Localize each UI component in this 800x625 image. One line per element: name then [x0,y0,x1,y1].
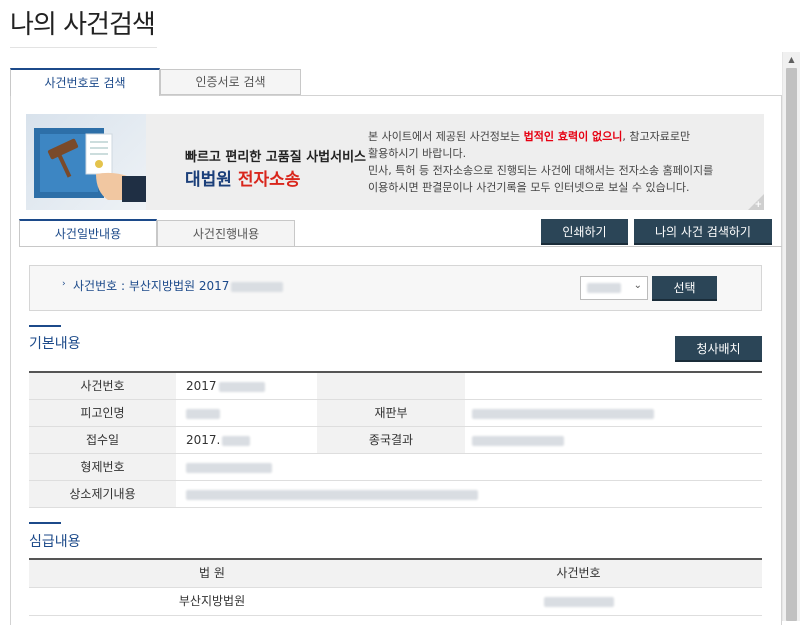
table-row: 피고인명 재판부 [29,400,762,427]
table-value: 2017 [186,373,316,399]
vertical-scrollbar[interactable]: ▲ [782,52,800,621]
plus-icon[interactable]: + [754,200,762,210]
court-name: 부산지방법원 [178,594,246,608]
chevron-down-icon: ⌄ [633,280,642,291]
table-value [186,481,586,507]
redacted-value [186,489,478,500]
tab-search-by-case-number[interactable]: 사건번호로 검색 [10,68,160,96]
case-number-value: 2017 [186,379,217,393]
case-number-text: 사건번호 : 부산지방법원 2017 [73,279,230,293]
table-value: 2017. [186,427,316,453]
select-case-button[interactable]: 선택 [652,276,717,301]
table-row: 접수일 2017. 종국결과 [29,427,762,454]
banner-headline: 빠르고 편리한 고품질 사법서비스 [185,150,367,165]
arrow-right-icon: › [62,279,66,289]
trial-info-heading: 심급내용 [29,534,81,550]
notice-warning: 법적인 효력이 없으니 [523,130,623,143]
column-header-case-number: 사건번호 [556,566,601,580]
redacted-value [222,435,251,446]
notice-text: 활용하시기 바랍니다. [368,147,467,160]
table-label: 상소제기내용 [29,481,176,507]
banner-notice: 본 사이트에서 제공된 사건정보는 법적인 효력이 없으니, 참고자료로만 활용… [368,128,748,196]
table-header-row: 법 원 사건번호 [29,560,762,588]
trial-case-number [395,588,762,614]
print-button[interactable]: 인쇄하기 [541,219,628,245]
case-number-label: 사건번호 : 부산지방법원 2017 [73,277,284,294]
notice-text: , 참고자료로만 [622,130,691,143]
tab-search-by-certificate[interactable]: 인증서로 검색 [160,69,301,95]
table-value [472,427,752,453]
table-row: 부산지방법원 [29,588,762,616]
table-label: 형제번호 [29,454,176,480]
banner-service-name: 대법원 전자소송 [185,165,300,190]
redacted-value [231,281,284,292]
redacted-value [543,596,614,607]
scrollbar-thumb[interactable] [786,68,797,621]
table-value [186,400,316,426]
gavel-illustration [26,114,146,210]
e-litigation-banner[interactable]: 빠르고 편리한 고품질 사법서비스 대법원 전자소송 본 사이트에서 제공된 사… [26,114,764,210]
table-row: 형제번호 [29,454,762,481]
redacted-value [218,381,265,392]
banner-service-name-red: 전자소송 [237,170,301,190]
table-label: 재판부 [317,400,465,426]
table-label: 피고인명 [29,400,176,426]
notice-text: 본 사이트에서 제공된 사건정보는 [368,130,524,143]
table-label: 접수일 [29,427,176,453]
table-label-empty [317,373,465,399]
table-row: 상소제기내용 [29,481,762,508]
section-accent [29,522,61,524]
redacted-value [186,462,272,473]
table-row: 사건번호 2017 [29,373,762,400]
redacted-value [186,408,220,419]
basic-info-heading: 기본내용 [29,336,81,352]
page-title: 나의 사건검색 [10,10,156,40]
tab-case-general[interactable]: 사건일반내용 [19,219,157,247]
case-select-dropdown[interactable]: ⌄ [580,276,648,300]
table-label: 사건번호 [29,373,176,399]
title-divider [10,47,157,48]
received-date-value: 2017. [186,433,221,447]
column-header-court: 법 원 [199,566,225,580]
redacted-value [472,408,654,419]
table-label: 종국결과 [317,427,465,453]
redacted-value [472,435,564,446]
court-building-layout-button[interactable]: 청사배치 [675,336,762,362]
table-value [472,400,752,426]
notice-text: 이용하시면 판결문이나 사건기록을 모두 인터넷으로 보실 수 있습니다. [368,181,690,194]
my-case-search-button[interactable]: 나의 사건 검색하기 [634,219,772,245]
tab-case-progress[interactable]: 사건진행내용 [157,220,295,247]
section-accent [29,325,61,327]
scroll-up-icon[interactable]: ▲ [783,52,800,66]
banner-service-name-blue: 대법원 [185,170,232,190]
redacted-value [587,283,621,293]
table-value [186,454,386,480]
tab-divider [19,246,783,247]
notice-text: 민사, 특허 등 전자소송으로 진행되는 사건에 대해서는 전자소송 홈페이지를 [368,164,714,177]
